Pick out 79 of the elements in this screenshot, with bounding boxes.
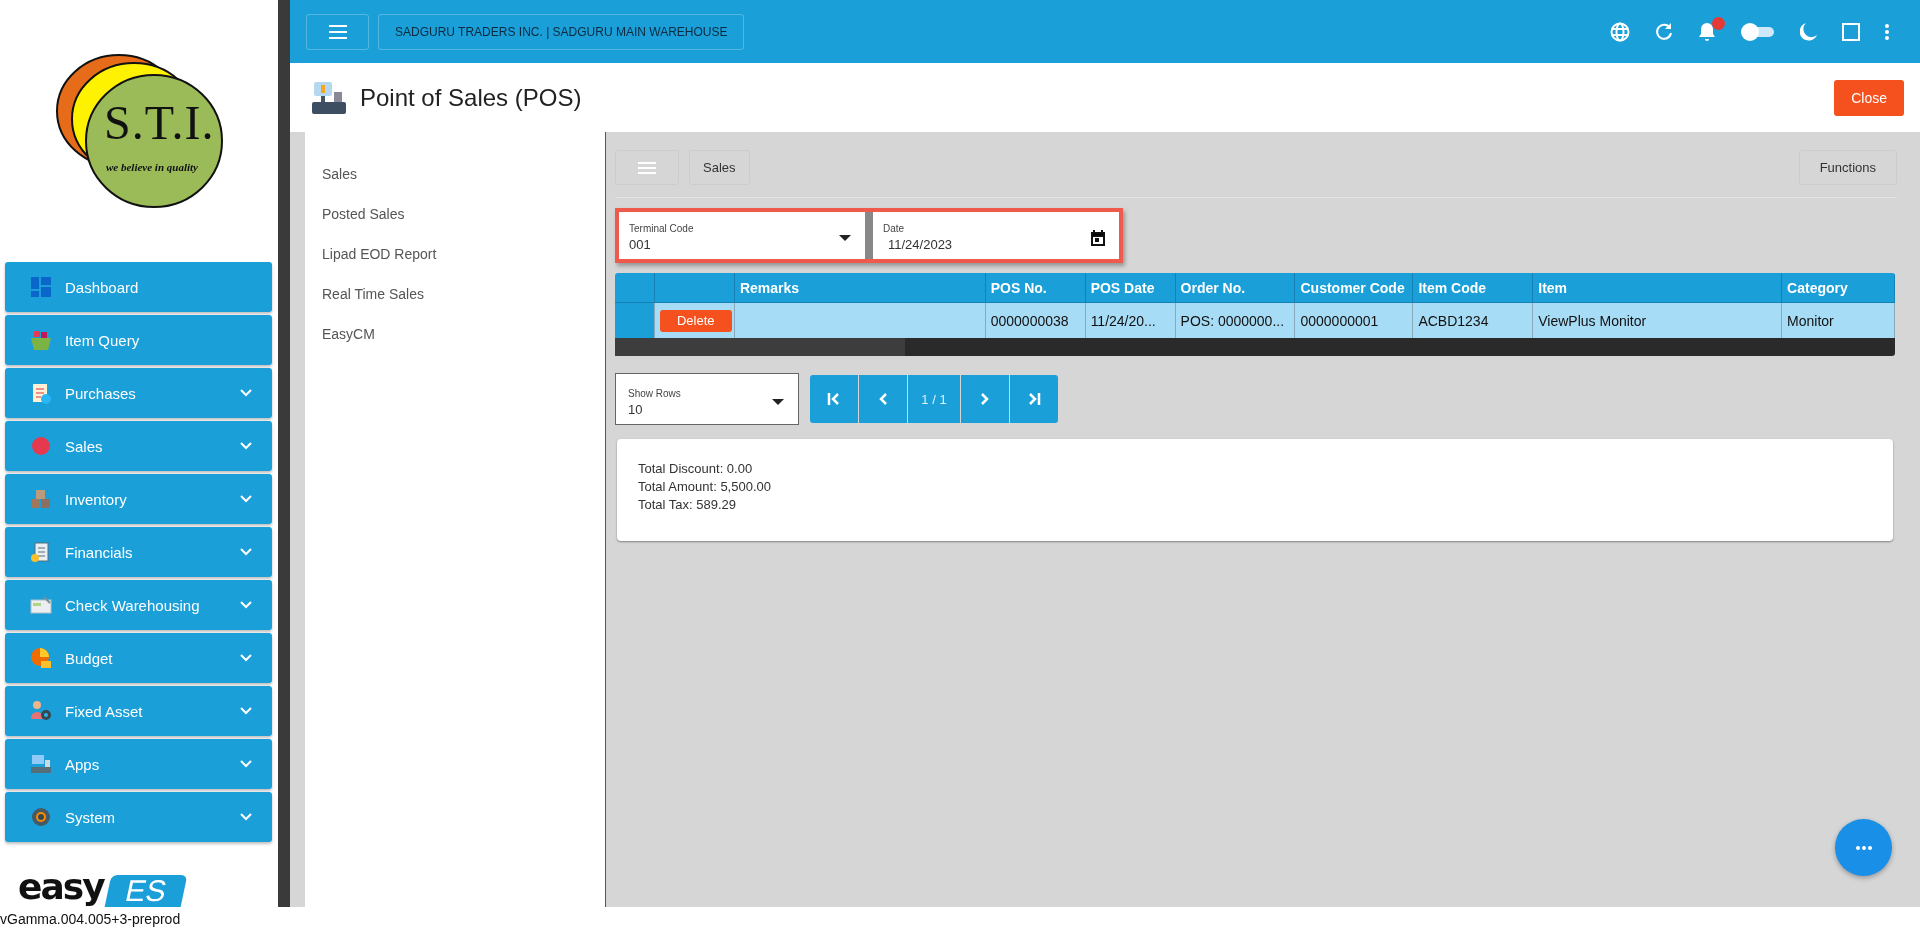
version-label: vGamma.004.005+3-preprod [0, 910, 182, 929]
globe-icon[interactable] [1610, 21, 1630, 42]
calendar-icon[interactable] [1091, 229, 1105, 246]
table-cell: POS: 0000000... [1175, 303, 1296, 338]
nav-item[interactable]: Sales [305, 154, 605, 194]
logo-tagline: we believe in quality [106, 161, 198, 173]
boxes-icon [29, 487, 53, 511]
menu-icon [638, 161, 656, 174]
menu-item[interactable]: Dashboard [5, 262, 272, 312]
brand-wordmark: easy [18, 867, 104, 907]
grid-icon [29, 275, 53, 299]
date-field[interactable]: Date 11/24/2023 [873, 212, 1119, 259]
menu-item[interactable]: Financials [5, 527, 272, 577]
menu-item[interactable]: Sales [5, 421, 272, 471]
chevron-left-icon [878, 392, 888, 406]
breadcrumb-button[interactable]: Sales [689, 150, 750, 185]
column-header[interactable]: Category [1782, 273, 1895, 303]
logo-initials: S.T.I. [104, 95, 215, 150]
column-header[interactable]: Customer Code [1295, 273, 1414, 303]
first-page-icon [827, 392, 841, 406]
table-cell: 11/24/20... [1085, 303, 1176, 338]
pie-chart-icon [29, 646, 53, 670]
last-page-icon [1027, 392, 1041, 406]
menu-button[interactable] [615, 150, 679, 185]
menu-item[interactable]: Apps [5, 739, 272, 789]
column-header[interactable]: Order No. [1175, 273, 1296, 303]
table-cell: ACBD1234 [1413, 303, 1534, 338]
last-page-button[interactable] [1010, 375, 1058, 423]
close-button[interactable]: Close [1834, 79, 1904, 116]
column-header[interactable]: Item [1533, 273, 1783, 303]
brand-tag: ES [104, 875, 188, 907]
menu-item[interactable]: Item Query [5, 315, 272, 365]
column-header[interactable]: Item Code [1413, 273, 1534, 303]
column-header[interactable]: Remarks [734, 273, 986, 303]
caret-icon[interactable] [772, 399, 784, 405]
show-rows-dropdown[interactable]: Show Rows 10 [615, 373, 799, 425]
menu-item[interactable]: Inventory [5, 474, 272, 524]
caret-icon[interactable] [839, 234, 851, 241]
company-selector[interactable]: SADGURU TRADERS INC. | SADGURU MAIN WAREHOUSE [378, 13, 745, 50]
nav-item[interactable]: Posted Sales [305, 194, 605, 234]
menu-item[interactable]: System [5, 792, 272, 842]
gear-icon [29, 805, 53, 829]
total-line: Total Amount: 5,500.00 [638, 479, 772, 494]
menu-icon [328, 24, 347, 39]
table-cell: Monitor [1782, 303, 1895, 338]
more-horizontal-icon [1855, 845, 1872, 850]
person-gear-icon [29, 699, 53, 723]
chevron-right-icon [980, 392, 990, 406]
menu-item[interactable]: Purchases [5, 368, 272, 418]
horizontal-scrollbar[interactable] [615, 338, 1895, 356]
basket-icon [29, 328, 53, 352]
menu-item[interactable]: Check Warehousing [5, 580, 272, 630]
table-cell: ViewPlus Monitor [1533, 303, 1783, 338]
column-header[interactable]: POS Date [1085, 273, 1176, 303]
page-title: Point of Sales (POS) [360, 83, 582, 112]
nav-item[interactable]: Lipad EOD Report [305, 234, 605, 274]
dropdown-field[interactable]: Terminal Code 001 [619, 212, 865, 259]
cash-register-icon [312, 79, 348, 116]
column-header[interactable]: POS No. [985, 273, 1086, 303]
delete-button[interactable]: Delete [659, 309, 732, 332]
refresh-icon[interactable] [1654, 21, 1674, 42]
computer-icon [29, 752, 53, 776]
table-cell: 0000000038 [985, 303, 1086, 338]
total-line: Total Discount: 0.00 [638, 461, 754, 476]
nav-item[interactable]: Real Time Sales [305, 274, 605, 314]
page-indicator: 1 / 1 [908, 375, 960, 423]
table-cell: 0000000001 [1295, 303, 1414, 338]
first-page-button[interactable] [810, 375, 858, 423]
bell-icon[interactable] [1698, 21, 1716, 42]
corner-header-cell [615, 273, 655, 303]
moon-icon[interactable] [1800, 21, 1818, 42]
menu-item[interactable]: Budget [5, 633, 272, 683]
total-line: Total Tax: 589.29 [638, 497, 738, 512]
functions-button[interactable]: Functions [1798, 150, 1897, 185]
more-vertical-icon[interactable] [1884, 22, 1890, 41]
fullscreen-icon[interactable] [1842, 22, 1860, 41]
toggle-icon[interactable] [1740, 21, 1776, 42]
nav-item[interactable]: EasyCM [305, 314, 605, 354]
menu-item[interactable]: Fixed Asset [5, 686, 272, 736]
